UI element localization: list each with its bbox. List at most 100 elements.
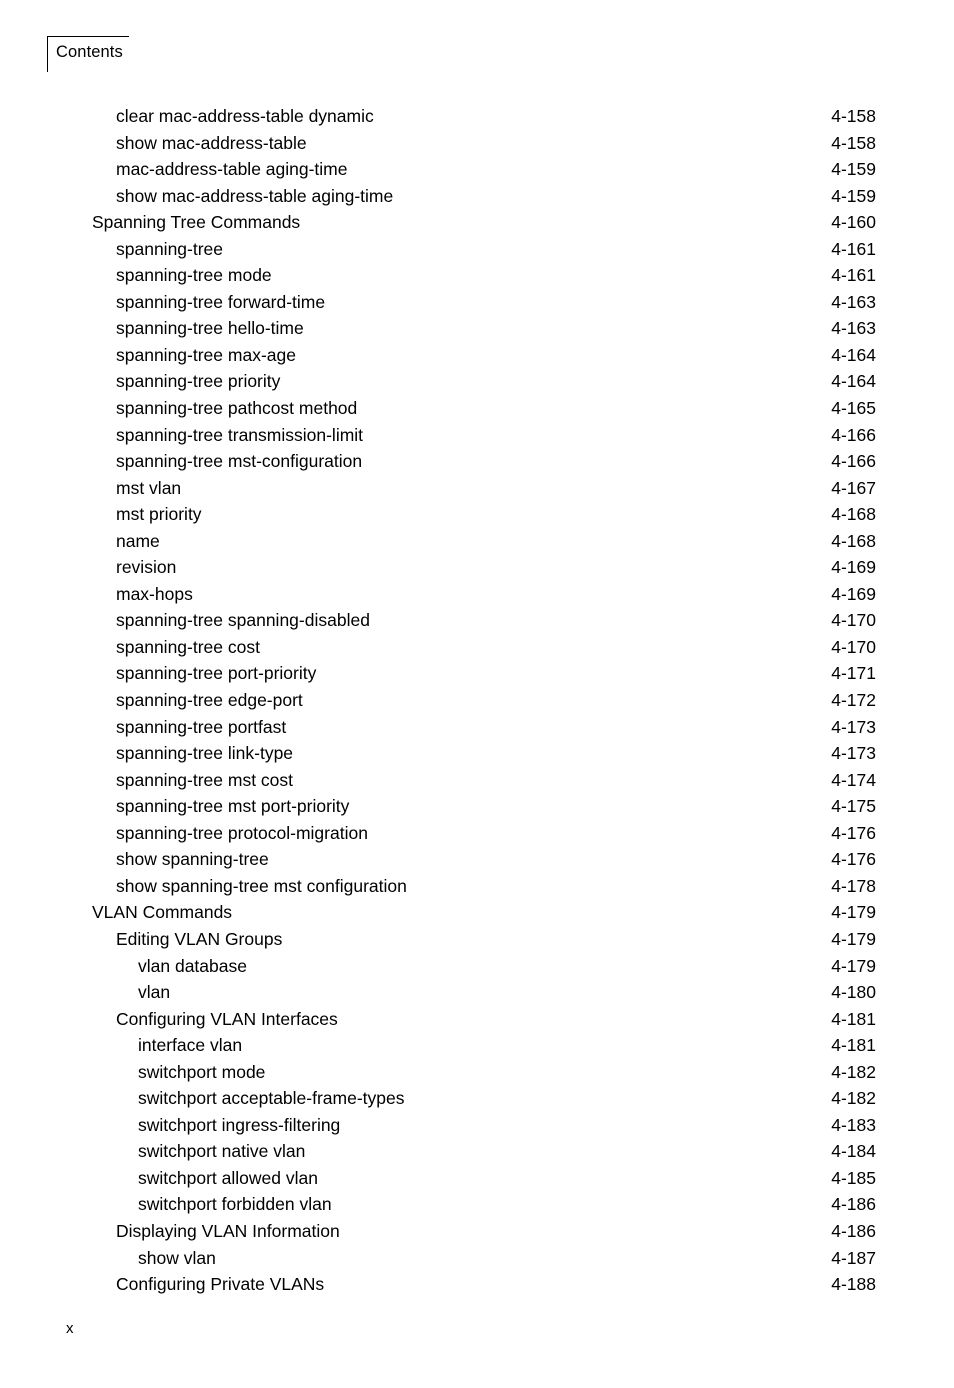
toc-entry-page-number: 4-173 (831, 743, 876, 764)
toc-entry-page-number: 4-187 (831, 1247, 876, 1268)
header-rule-left (47, 36, 48, 72)
toc-entry-label: spanning-tree port-priority (116, 663, 317, 684)
toc-entry-label: switchport allowed vlan (138, 1167, 318, 1188)
toc-entry[interactable]: max-hops 4-169 (0, 581, 954, 608)
toc-entry-page-number: 4-185 (831, 1167, 876, 1188)
toc-entry-page-number: 4-184 (831, 1141, 876, 1162)
toc-entry[interactable]: clear mac-address-table dynamic 4-158 (0, 103, 954, 130)
toc-entry[interactable]: vlan database 4-179 (0, 953, 954, 980)
toc-entry[interactable]: spanning-tree spanning-disabled 4-170 (0, 607, 954, 634)
toc-entry-page-number: 4-183 (831, 1114, 876, 1135)
toc-entry-label: show mac-address-table (116, 132, 307, 153)
toc-entry[interactable]: Displaying VLAN Information 4-186 (0, 1218, 954, 1245)
toc-entry-page-number: 4-181 (831, 1008, 876, 1029)
toc-entry[interactable]: show spanning-tree mst configuration 4-17… (0, 873, 954, 900)
toc-entry[interactable]: show spanning-tree 4-176 (0, 846, 954, 873)
toc-entry-label: spanning-tree pathcost method (116, 398, 358, 419)
toc-entry-page-number: 4-163 (831, 291, 876, 312)
toc-entry[interactable]: switchport native vlan 4-184 (0, 1138, 954, 1165)
toc-entry-label: Configuring Private VLANs (116, 1274, 325, 1295)
toc-entry[interactable]: mst priority 4-168 (0, 501, 954, 528)
toc-entry[interactable]: spanning-tree priority 4-164 (0, 368, 954, 395)
toc-entry-page-number: 4-164 (831, 344, 876, 365)
table-of-contents: clear mac-address-table dynamic 4-158 show… (0, 103, 954, 1298)
toc-entry-label: max-hops (116, 583, 193, 604)
toc-entry-page-number: 4-168 (831, 530, 876, 551)
toc-entry-page-number: 4-168 (831, 504, 876, 525)
toc-entry[interactable]: spanning-tree cost 4-170 (0, 634, 954, 661)
toc-entry[interactable]: spanning-tree mst-configuration 4-166 (0, 448, 954, 475)
toc-entry[interactable]: spanning-tree pathcost method 4-165 (0, 395, 954, 422)
toc-entry-label: Editing VLAN Groups (116, 928, 283, 949)
toc-entry-label: switchport acceptable-frame-types (138, 1088, 405, 1109)
toc-entry-page-number: 4-169 (831, 557, 876, 578)
toc-entry[interactable]: interface vlan 4-181 (0, 1032, 954, 1059)
toc-entry-label: vlan database (138, 955, 247, 976)
toc-entry-label: spanning-tree mode (116, 265, 272, 286)
toc-entry[interactable]: Editing VLAN Groups 4-179 (0, 926, 954, 953)
toc-entry-page-number: 4-161 (831, 265, 876, 286)
toc-entry-label: switchport native vlan (138, 1141, 306, 1162)
toc-entry[interactable]: show mac-address-table 4-158 (0, 130, 954, 157)
toc-entry-label: spanning-tree hello-time (116, 318, 304, 339)
toc-entry[interactable]: Spanning Tree Commands 4-160 (0, 209, 954, 236)
toc-entry-label: spanning-tree link-type (116, 743, 294, 764)
toc-entry-page-number: 4-170 (831, 610, 876, 631)
toc-entry-page-number: 4-172 (831, 690, 876, 711)
toc-entry-page-number: 4-164 (831, 371, 876, 392)
toc-entry-page-number: 4-175 (831, 796, 876, 817)
folio-page-number: x (66, 1320, 74, 1337)
toc-entry-page-number: 4-176 (831, 849, 876, 870)
toc-entry-label: spanning-tree transmission-limit (116, 424, 364, 445)
toc-entry[interactable]: switchport allowed vlan 4-185 (0, 1165, 954, 1192)
toc-entry-page-number: 4-161 (831, 238, 876, 259)
toc-entry-page-number: 4-182 (831, 1088, 876, 1109)
toc-entry[interactable]: vlan 4-180 (0, 979, 954, 1006)
toc-entry-page-number: 4-163 (831, 318, 876, 339)
toc-entry-label: spanning-tree (116, 238, 224, 259)
toc-entry[interactable]: Configuring Private VLANs 4-188 (0, 1271, 954, 1298)
toc-entry[interactable]: spanning-tree edge-port 4-172 (0, 687, 954, 714)
toc-entry[interactable]: show mac-address-table aging-time 4-159 (0, 183, 954, 210)
toc-entry[interactable]: switchport forbidden vlan 4-186 (0, 1191, 954, 1218)
toc-entry[interactable]: spanning-tree port-priority 4-171 (0, 660, 954, 687)
toc-entry[interactable]: name 4-168 (0, 528, 954, 555)
toc-entry[interactable]: spanning-tree mst cost 4-174 (0, 767, 954, 794)
toc-entry-page-number: 4-158 (831, 132, 876, 153)
toc-entry-page-number: 4-170 (831, 636, 876, 657)
toc-entry[interactable]: spanning-tree transmission-limit 4-166 (0, 422, 954, 449)
toc-entry-label: revision (116, 557, 177, 578)
toc-entry[interactable]: show vlan 4-187 (0, 1245, 954, 1272)
toc-entry-page-number: 4-166 (831, 451, 876, 472)
toc-entry[interactable]: revision 4-169 (0, 554, 954, 581)
toc-entry[interactable]: spanning-tree portfast 4-173 (0, 714, 954, 741)
toc-entry-page-number: 4-181 (831, 1035, 876, 1056)
toc-entry[interactable]: spanning-tree link-type 4-173 (0, 740, 954, 767)
toc-entry[interactable]: mst vlan 4-167 (0, 475, 954, 502)
toc-entry-label: spanning-tree forward-time (116, 291, 326, 312)
toc-entry[interactable]: spanning-tree forward-time 4-163 (0, 289, 954, 316)
page-title: Contents (56, 43, 123, 61)
running-header: Contents (47, 36, 347, 80)
toc-entry[interactable]: switchport mode 4-182 (0, 1059, 954, 1086)
toc-entry-page-number: 4-180 (831, 982, 876, 1003)
toc-entry[interactable]: spanning-tree mst port-priority 4-175 (0, 793, 954, 820)
toc-entry-label: switchport forbidden vlan (138, 1194, 332, 1215)
toc-entry-label: clear mac-address-table dynamic (116, 106, 374, 126)
toc-entry-label: spanning-tree priority (116, 371, 281, 392)
toc-entry[interactable]: Configuring VLAN Interfaces 4-181 (0, 1006, 954, 1033)
toc-entry[interactable]: VLAN Commands 4-179 (0, 899, 954, 926)
toc-entry[interactable]: spanning-tree 4-161 (0, 236, 954, 263)
toc-entry[interactable]: switchport ingress-filtering 4-183 (0, 1112, 954, 1139)
toc-entry-page-number: 4-167 (831, 477, 876, 498)
toc-entry-page-number: 4-179 (831, 902, 876, 923)
toc-entry[interactable]: mac-address-table aging-time 4-159 (0, 156, 954, 183)
toc-entry[interactable]: switchport acceptable-frame-types 4-182 (0, 1085, 954, 1112)
toc-entry-label: mst priority (116, 504, 202, 525)
toc-entry[interactable]: spanning-tree protocol-migration 4-176 (0, 820, 954, 847)
toc-entry[interactable]: spanning-tree mode 4-161 (0, 262, 954, 289)
toc-entry-label: spanning-tree mst-configuration (116, 451, 363, 472)
toc-entry[interactable]: spanning-tree hello-time 4-163 (0, 315, 954, 342)
toc-entry-page-number: 4-186 (831, 1194, 876, 1215)
toc-entry[interactable]: spanning-tree max-age 4-164 (0, 342, 954, 369)
